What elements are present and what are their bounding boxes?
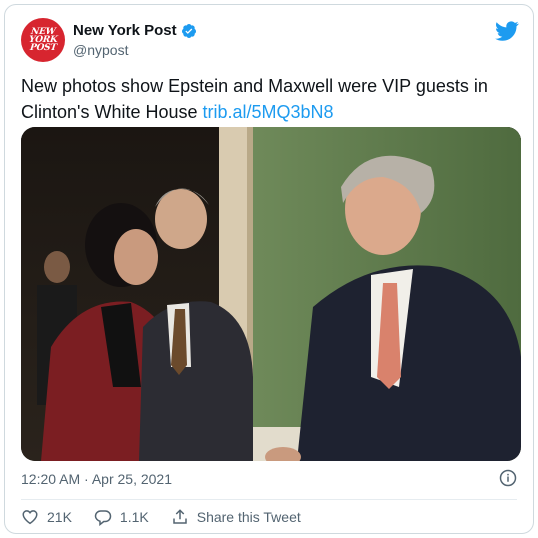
display-name[interactable]: New York Post	[73, 22, 177, 39]
like-count: 21K	[47, 509, 72, 525]
verified-badge-icon	[181, 23, 196, 38]
reply-count: 1.1K	[119, 509, 149, 525]
share-icon	[172, 509, 187, 524]
tweet-photo[interactable]	[21, 127, 521, 461]
avatar[interactable]: NEW YORK POST	[21, 18, 65, 62]
author-name-row: New York Post	[73, 22, 197, 39]
reply-button[interactable]: 1.1K	[94, 508, 149, 526]
tweet-text: New photos show Epstein and Maxwell were…	[21, 73, 521, 125]
heart-icon	[22, 510, 38, 525]
handle[interactable]: @nypost	[73, 42, 128, 58]
info-icon[interactable]	[499, 469, 517, 487]
tweet-link[interactable]: trib.al/5MQ3bN8	[203, 102, 334, 122]
like-button[interactable]: 21K	[21, 508, 72, 526]
divider	[21, 499, 517, 500]
tweet-card: NEW YORK POST New York Post @nypost New …	[4, 4, 534, 534]
tweet-timestamp[interactable]: 12:20 AM · Apr 25, 2021	[21, 471, 172, 487]
reply-icon	[94, 510, 112, 526]
avatar-logo-line-3: POST	[29, 43, 57, 53]
twitter-bird-icon[interactable]	[495, 19, 519, 43]
share-button[interactable]: Share this Tweet	[171, 508, 301, 526]
share-label: Share this Tweet	[196, 509, 301, 525]
action-bar: 21K 1.1K Share this Tweet	[21, 508, 323, 526]
